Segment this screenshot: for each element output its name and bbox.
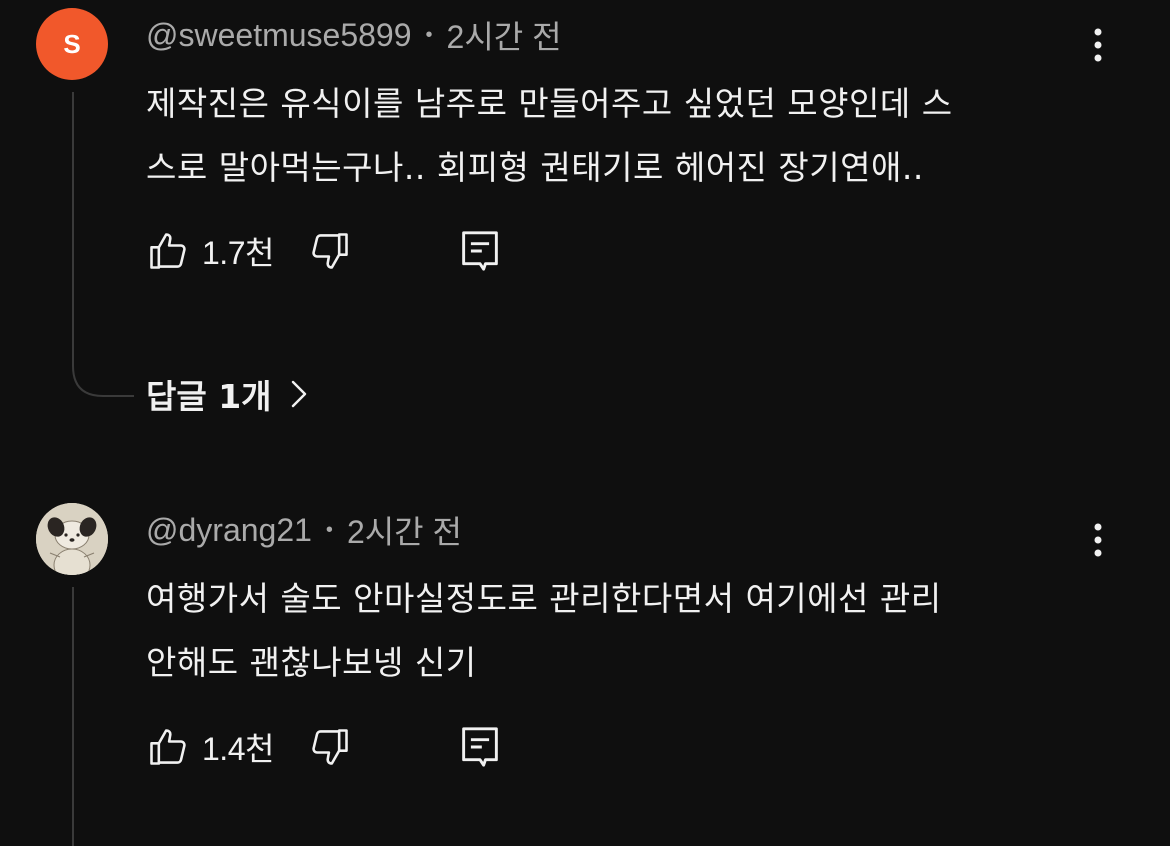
avatar[interactable] [36,503,108,575]
reply-button[interactable] [460,229,500,273]
puppy-avatar-image [36,503,108,575]
chevron-right-icon [291,380,306,408]
comment-meta: @sweetmuse5899 • 2시간 전 [146,12,562,58]
avatar[interactable]: S [36,8,108,80]
comment-meta: @dyrang21 • 2시간 전 [146,507,462,553]
dislike-button[interactable] [308,229,352,273]
like-count: 1.4천 [202,731,274,767]
comment-icon [462,231,498,271]
timestamp: 2시간 전 [446,19,562,55]
like-button[interactable]: 1.7천 [146,228,274,274]
separator-dot: • [325,518,333,541]
comment-line: 스로 말아먹는구나.. 회피형 권태기로 헤어진 장기연애.. [146,148,924,187]
thumbs-up-icon [150,233,186,269]
comment-text: 여행가서 술도 안마실정도로 관리한다면서 여기에선 관리 안해도 괜찮나보넹 … [146,567,1106,695]
comment-text: 제작진은 유식이를 남주로 만들어주고 싶었던 모양인데 스 스로 말아먹는구나… [146,72,1106,200]
comment-actions: 1.7천 [146,226,500,276]
more-vertical-icon[interactable] [1082,24,1114,68]
comment-line: 제작진은 유식이를 남주로 만들어주고 싶었던 모양인데 스 [146,84,953,123]
timestamp: 2시간 전 [346,514,462,550]
like-count: 1.7천 [202,235,274,271]
comment-line: 여행가서 술도 안마실정도로 관리한다면서 여기에선 관리 [146,579,942,618]
view-replies-button[interactable]: 답글 1개 [146,370,308,418]
thumbs-down-icon [312,233,348,269]
thread-line [72,92,74,360]
reply-button[interactable] [460,725,500,769]
more-vertical-icon[interactable] [1082,519,1114,563]
comment-icon [462,727,498,767]
comment-actions: 1.4천 [146,722,500,772]
avatar-letter: S [63,28,81,59]
comment-line: 안해도 괜찮나보넹 신기 [146,643,477,682]
dislike-button[interactable] [308,725,352,769]
like-button[interactable]: 1.4천 [146,724,274,770]
comments-page: S @sweetmuse5899 • 2시간 전 제작진은 유식이를 남주로 만… [0,0,1170,846]
thumbs-up-icon [150,729,186,765]
username[interactable]: @sweetmuse5899 [146,17,412,54]
thread-line [72,587,74,846]
separator-dot: • [425,23,433,46]
username[interactable]: @dyrang21 [146,512,312,549]
thread-curve [72,356,134,397]
thumbs-down-icon [312,729,348,765]
replies-label: 답글 1개 [146,377,272,416]
